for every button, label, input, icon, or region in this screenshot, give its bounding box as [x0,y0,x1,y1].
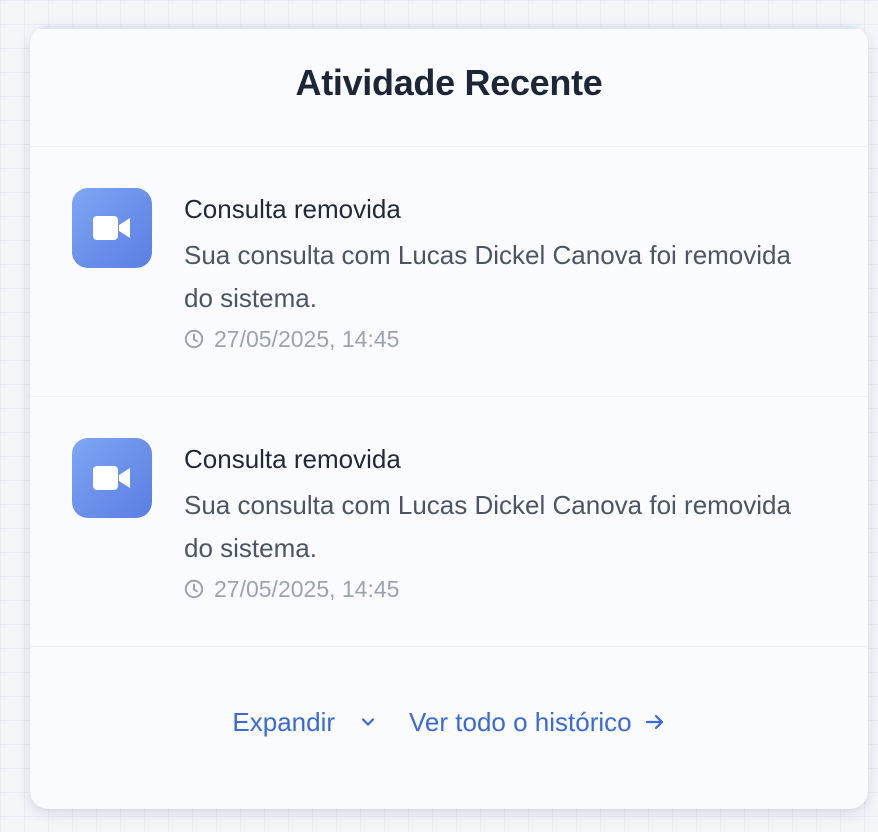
clock-icon [184,329,204,349]
divider [30,646,868,647]
activity-description: Sua consulta com Lucas Dickel Canova foi… [184,240,791,313]
card-top-border [30,26,868,29]
activity-timestamp-text: 27/05/2025, 14:45 [214,325,400,352]
activity-description: Sua consulta com Lucas Dickel Canova foi… [184,490,791,563]
activity-item: Consulta removida Sua consulta com Lucas… [30,438,868,638]
activity-timestamp: 27/05/2025, 14:45 [184,574,399,604]
arrow-right-icon [645,714,663,730]
activity-timestamp: 27/05/2025, 14:45 [184,324,399,354]
view-history-label: Ver todo o histórico [409,706,632,737]
activity-item: Consulta removida Sua consulta com Lucas… [30,188,868,388]
clock-icon [184,579,204,599]
card-title: Atividade Recente [295,62,603,103]
video-camera-icon [72,438,152,518]
video-camera-icon [72,188,152,268]
activity-title: Consulta removida [184,194,401,224]
card-footer: Expandir Ver todo o histórico [30,702,868,742]
divider [30,146,868,147]
chevron-down-icon [361,718,375,726]
activity-title: Consulta removida [184,444,401,474]
expand-label: Expandir [232,706,336,737]
recent-activity-card: Atividade Recente Consulta removida Sua … [30,26,868,809]
view-history-link[interactable]: Ver todo o histórico [409,707,666,738]
activity-timestamp-text: 27/05/2025, 14:45 [214,575,400,602]
expand-button[interactable]: Expandir [232,707,375,738]
divider [30,396,868,397]
